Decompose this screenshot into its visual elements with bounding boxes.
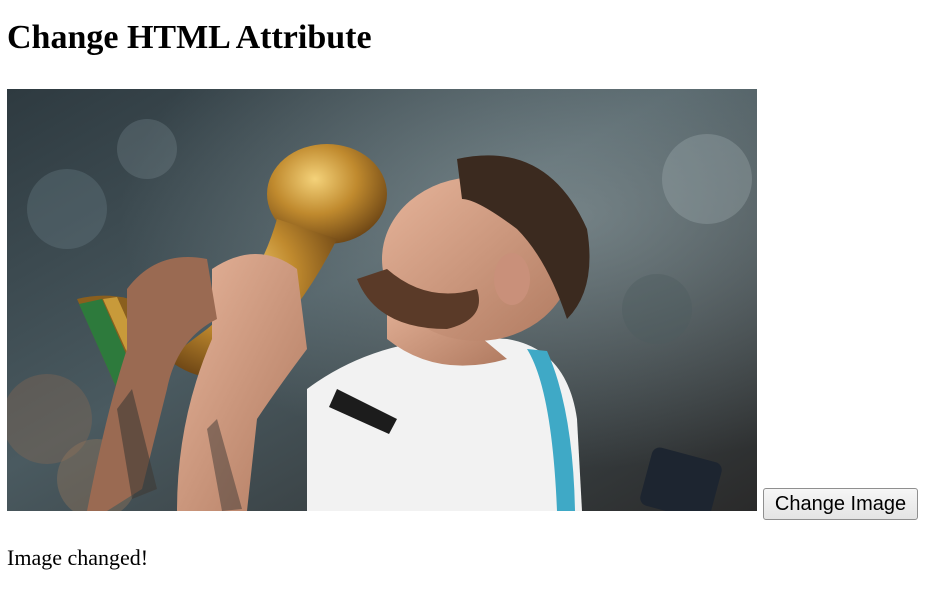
status-message: Image changed! [7,545,149,570]
trophy-photo [7,89,757,511]
page: Change HTML Attribute Change Image Image… [0,0,947,596]
page-title: Change HTML Attribute [7,19,372,56]
change-image-button[interactable]: Change Image [763,488,918,520]
